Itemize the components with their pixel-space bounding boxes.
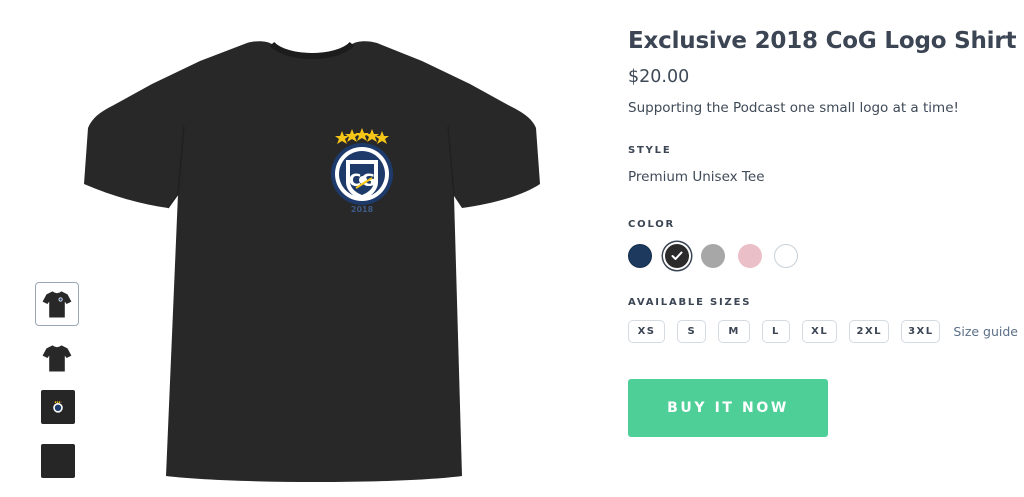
checkmark-icon (671, 251, 682, 260)
color-swatch-white[interactable] (774, 244, 798, 268)
size-option-s[interactable]: S (677, 320, 707, 343)
logo-year: 2018 (351, 205, 374, 214)
color-label: COLOR (628, 219, 676, 230)
product-price: $20.00 (628, 67, 690, 87)
thumbnail-fabric-swatch[interactable] (41, 444, 75, 478)
buy-it-now-button[interactable]: BUY IT NOW (628, 379, 828, 437)
color-swatches (628, 244, 1018, 268)
style-value[interactable]: Premium Unisex Tee (628, 169, 1018, 185)
color-swatch-pink[interactable] (737, 244, 762, 268)
product-info: Exclusive 2018 CoG Logo Shirt $20.00 Sup… (628, 28, 1018, 437)
color-swatch-heather-grey[interactable] (701, 244, 725, 268)
size-guide-link[interactable]: Size guide (953, 324, 1018, 339)
color-swatch-navy[interactable] (628, 244, 652, 268)
size-option-l[interactable]: L (761, 320, 791, 343)
tshirt-thumb-icon (42, 291, 72, 318)
thumbnail-logo-closeup[interactable] (41, 390, 75, 424)
size-option-xl[interactable]: XL (802, 320, 838, 343)
style-label: STYLE (628, 145, 672, 156)
size-options: XS S M L XL 2XL 3XL Size guide (628, 320, 1018, 343)
product-description: Supporting the Podcast one small logo at… (628, 100, 959, 116)
size-option-3xl[interactable]: 3XL (901, 320, 941, 343)
thumbnail-front-logo[interactable] (35, 282, 79, 326)
thumbnail-front-plain[interactable] (35, 336, 79, 380)
size-option-xs[interactable]: XS (628, 320, 666, 343)
tshirt-thumb-icon (42, 345, 72, 372)
logo-thumb-icon (53, 401, 63, 413)
product-title: Exclusive 2018 CoG Logo Shirt (628, 28, 1017, 54)
size-option-2xl[interactable]: 2XL (849, 320, 890, 343)
tshirt-image: CG 2018 (84, 41, 540, 483)
thumbnail-list (35, 282, 81, 497)
size-option-m[interactable]: M (718, 320, 750, 343)
color-swatch-black[interactable] (664, 244, 689, 268)
sizes-label: AVAILABLE SIZES (628, 297, 752, 308)
product-image: CG 2018 (82, 36, 542, 491)
